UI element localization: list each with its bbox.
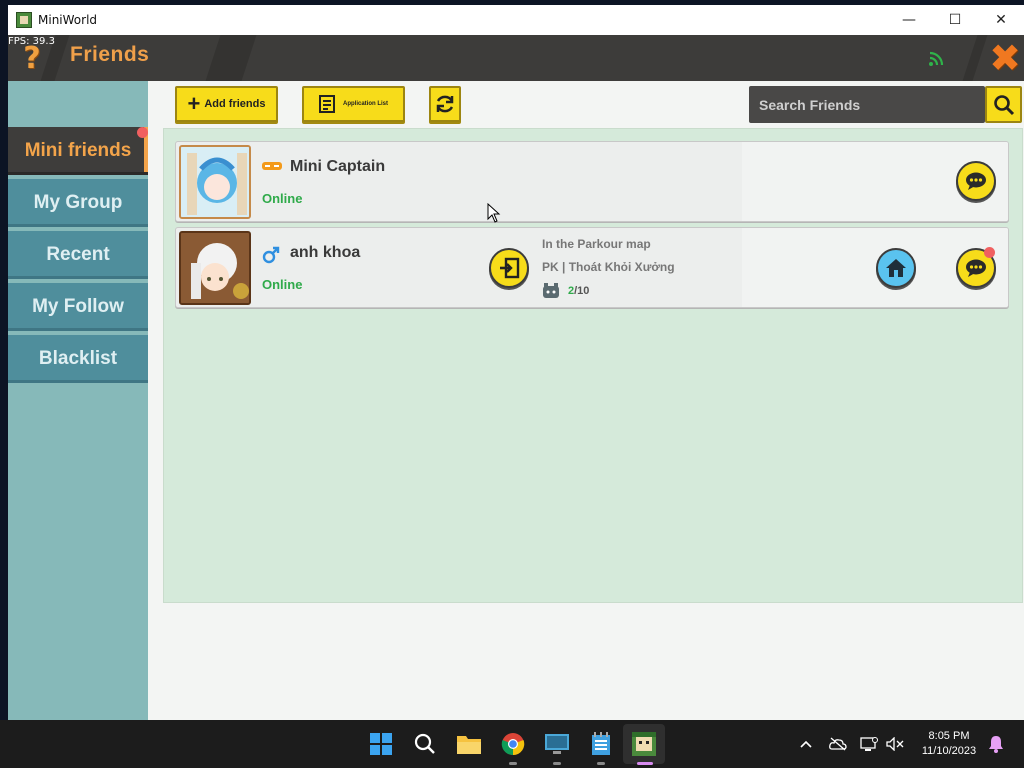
male-icon: [262, 246, 280, 264]
clock-time: 8:05 PM: [928, 730, 970, 742]
monitor-icon: [545, 734, 569, 754]
home-icon: [886, 259, 906, 277]
search-taskbar-button[interactable]: [411, 730, 439, 758]
minimize-button[interactable]: —: [886, 5, 932, 35]
search-icon: [993, 94, 1014, 115]
add-friends-label: Add friends: [204, 98, 266, 110]
player-icon: [543, 283, 559, 298]
clock-date: 11/10/2023: [921, 745, 977, 757]
window-titlebar: MiniWorld — ☐ ✕: [8, 5, 1024, 35]
friend-row[interactable]: anh khoa Online In the Parkour map PK | …: [175, 227, 1009, 308]
avatar[interactable]: [179, 231, 251, 305]
friend-status: Online: [262, 277, 303, 292]
chrome-icon: [501, 733, 525, 756]
close-window-button[interactable]: ✕: [978, 5, 1024, 35]
header-stripe: [205, 35, 257, 81]
add-friends-button[interactable]: + Add friends: [175, 86, 278, 122]
mask-icon: [262, 162, 282, 170]
map-name: PK | Thoát Khỏi Xưởng: [542, 260, 675, 274]
running-indicator: [553, 762, 561, 765]
search-button[interactable]: [985, 86, 1022, 123]
running-indicator: [509, 762, 517, 765]
friend-status: Online: [262, 191, 303, 206]
tab-my-follow[interactable]: My Follow: [8, 283, 148, 331]
friends-sidebar: Mini friends My Group Recent My Follow B…: [8, 81, 148, 720]
notification-bell-icon[interactable]: [987, 735, 1005, 753]
signal-icon: [929, 51, 944, 66]
player-count: 2 /10: [542, 283, 589, 299]
chat-button[interactable]: [956, 161, 996, 201]
window-controls: — ☐ ✕: [886, 5, 1024, 35]
application-list-label: Application List: [343, 101, 388, 107]
avatar[interactable]: [179, 145, 251, 219]
friend-name: Mini Captain: [290, 158, 386, 175]
search-friends-input[interactable]: Search Friends: [749, 86, 985, 123]
tab-mini-friends[interactable]: Mini friends: [8, 127, 148, 175]
miniworld-taskbar-button[interactable]: [630, 730, 658, 758]
plus-icon: +: [187, 91, 201, 116]
map-title: In the Parkour map: [542, 237, 651, 251]
chevron-up-icon[interactable]: [797, 735, 815, 753]
miniworld-app-icon: [16, 12, 32, 28]
window-title: MiniWorld: [38, 13, 98, 27]
visit-home-button[interactable]: [876, 248, 916, 288]
enter-icon: [500, 257, 520, 279]
close-panel-button[interactable]: ✖: [986, 39, 1024, 77]
players-max: /10: [574, 285, 590, 297]
running-indicator: [597, 762, 605, 765]
notification-dot: [984, 247, 995, 258]
friends-main: + Add friends Application List Search Fr…: [148, 81, 1024, 720]
remote-desktop-button[interactable]: [543, 730, 571, 758]
onedrive-offline-icon[interactable]: [829, 735, 847, 753]
notepad-button[interactable]: [587, 730, 615, 758]
tab-my-group[interactable]: My Group: [8, 179, 148, 227]
header-stripe: [962, 35, 988, 81]
search-icon: [414, 733, 435, 754]
fps-counter: FPS: 39.3: [8, 36, 55, 47]
file-explorer-button[interactable]: [455, 730, 483, 758]
notepad-icon: [592, 732, 610, 755]
miniworld-icon: [632, 732, 656, 756]
refresh-icon: [436, 95, 454, 113]
folder-icon: [457, 736, 481, 754]
tab-recent[interactable]: Recent: [8, 231, 148, 279]
system-clock[interactable]: 8:05 PM 11/10/2023: [914, 729, 984, 759]
avatar-image: [181, 233, 249, 303]
avatar-image: [181, 147, 249, 217]
list-icon: [319, 95, 335, 113]
volume-muted-icon[interactable]: [886, 735, 904, 753]
network-icon[interactable]: [860, 735, 878, 753]
start-button[interactable]: [367, 730, 395, 758]
maximize-button[interactable]: ☐: [932, 5, 978, 35]
mouse-cursor-icon: [487, 203, 501, 223]
friend-name: anh khoa: [290, 244, 361, 261]
windows-logo-icon: [370, 733, 392, 755]
chat-icon: [966, 259, 986, 277]
tab-blacklist[interactable]: Blacklist: [8, 335, 148, 383]
active-indicator: [637, 762, 653, 765]
application-list-button[interactable]: Application List: [302, 86, 405, 122]
screen-left-edge: [0, 0, 8, 720]
chrome-button[interactable]: [499, 730, 527, 758]
page-title: Friends: [70, 43, 150, 66]
notification-dot: [137, 127, 148, 138]
friend-row[interactable]: Mini Captain Online: [175, 141, 1009, 222]
join-game-button[interactable]: [489, 248, 529, 288]
refresh-button[interactable]: [429, 86, 461, 122]
chat-icon: [966, 172, 986, 190]
game-viewport: ? Friends ✖ FPS: 39.3 Mini friends My Gr…: [8, 35, 1024, 720]
windows-taskbar: 8:05 PM 11/10/2023: [0, 720, 1024, 768]
friends-header: ? Friends ✖: [8, 35, 1024, 81]
